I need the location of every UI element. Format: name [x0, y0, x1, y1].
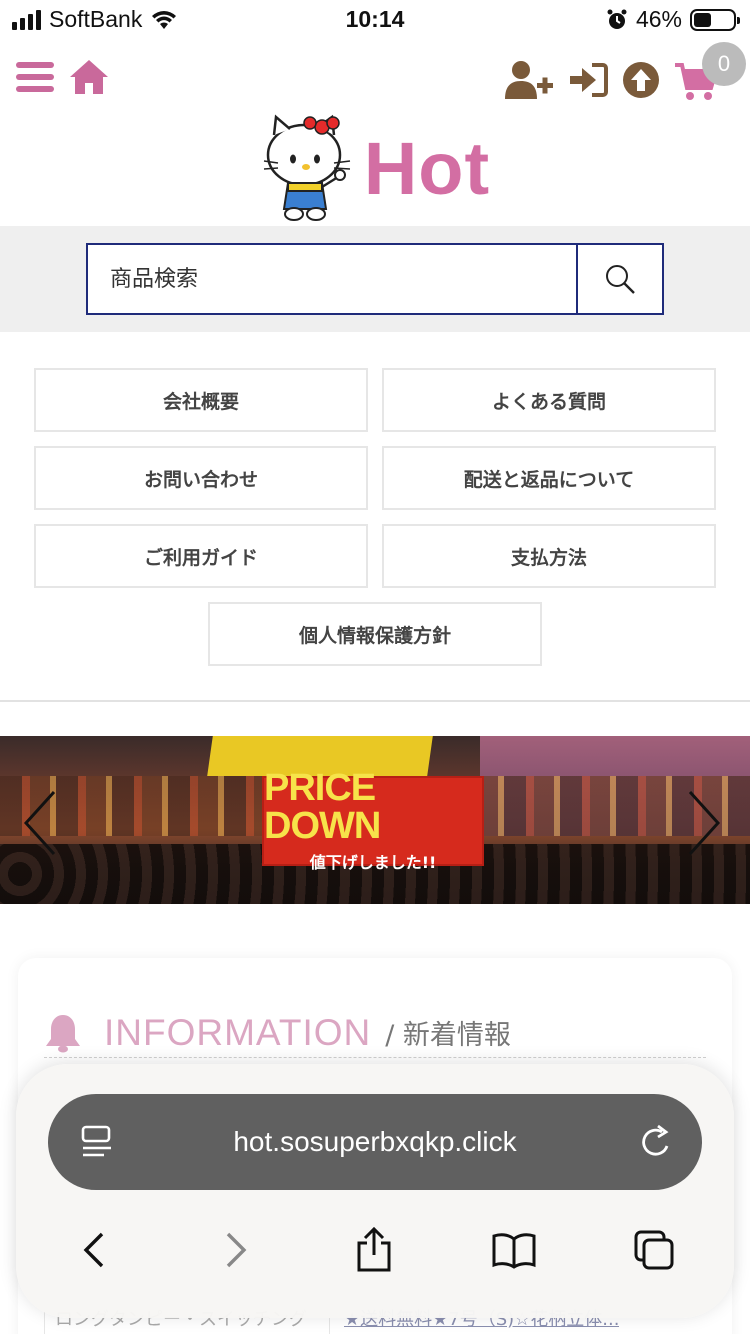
information-header: INFORMATION / 新着情報 [44, 1008, 706, 1058]
banner-headline: PRICE DOWN [264, 767, 381, 847]
back-button[interactable] [66, 1222, 122, 1278]
status-bar: SoftBank 10:14 46% [0, 0, 750, 42]
bell-icon [46, 1014, 80, 1052]
search-button[interactable] [576, 245, 662, 313]
scroll-top-icon[interactable] [622, 61, 660, 99]
section-divider [0, 700, 750, 702]
alarm-icon [607, 9, 627, 29]
banner-subline: 値下げしました!! [309, 853, 437, 872]
chevron-left-icon [83, 1232, 104, 1268]
link-privacy-policy[interactable]: 個人情報保護方針 [208, 602, 542, 666]
login-icon[interactable] [568, 62, 608, 98]
add-user-icon[interactable] [504, 59, 554, 101]
share-button[interactable] [346, 1222, 402, 1278]
information-subtitle: / 新着情報 [385, 1020, 511, 1051]
cart-count-badge: 0 [702, 42, 746, 86]
bookmarks-button[interactable] [486, 1222, 542, 1278]
battery-percent: 46% [635, 6, 682, 32]
chevron-left-icon[interactable] [20, 788, 60, 858]
chevron-right-icon [226, 1232, 247, 1268]
search-band [0, 226, 750, 332]
site-header-nav: 0 [0, 42, 750, 108]
header-actions: 0 [504, 42, 746, 108]
site-logo[interactable]: Hot [0, 112, 750, 224]
address-bar[interactable]: hot.sosuperbxqkp.click [48, 1094, 702, 1190]
search-icon [606, 265, 635, 294]
tabs-button[interactable] [626, 1222, 682, 1278]
search-form [86, 243, 664, 315]
price-down-sign: PRICE DOWN 値下げしました!! [262, 769, 484, 872]
forward-button[interactable] [208, 1222, 264, 1278]
link-shipping-returns[interactable]: 配送と返品について [382, 446, 716, 510]
link-company-profile[interactable]: 会社概要 [34, 368, 368, 432]
reload-icon[interactable] [636, 1122, 676, 1162]
logo-text: Hot [363, 126, 491, 210]
link-faq[interactable]: よくある質問 [382, 368, 716, 432]
battery-icon [690, 8, 740, 31]
promo-banner[interactable]: PRICE DOWN 値下げしました!! [0, 736, 750, 904]
link-payment-methods[interactable]: 支払方法 [382, 524, 716, 588]
menu-icon[interactable] [16, 62, 54, 94]
link-contact[interactable]: お問い合わせ [34, 446, 368, 510]
book-icon [492, 1233, 536, 1269]
cart-button[interactable]: 0 [674, 42, 746, 108]
link-user-guide[interactable]: ご利用ガイド [34, 524, 368, 588]
kitty-mascot-icon [263, 114, 350, 221]
status-right: 46% [606, 6, 740, 33]
chevron-right-icon[interactable] [684, 788, 724, 858]
browser-toolbar-panel: hot.sosuperbxqkp.click [16, 1064, 734, 1318]
browser-nav-toolbar [16, 1214, 734, 1284]
home-icon[interactable] [68, 58, 110, 96]
url-text: hot.sosuperbxqkp.click [233, 1126, 517, 1157]
share-icon [357, 1227, 391, 1272]
search-input[interactable] [88, 245, 576, 313]
information-title: INFORMATION [104, 1011, 372, 1053]
tabs-icon [634, 1230, 674, 1270]
